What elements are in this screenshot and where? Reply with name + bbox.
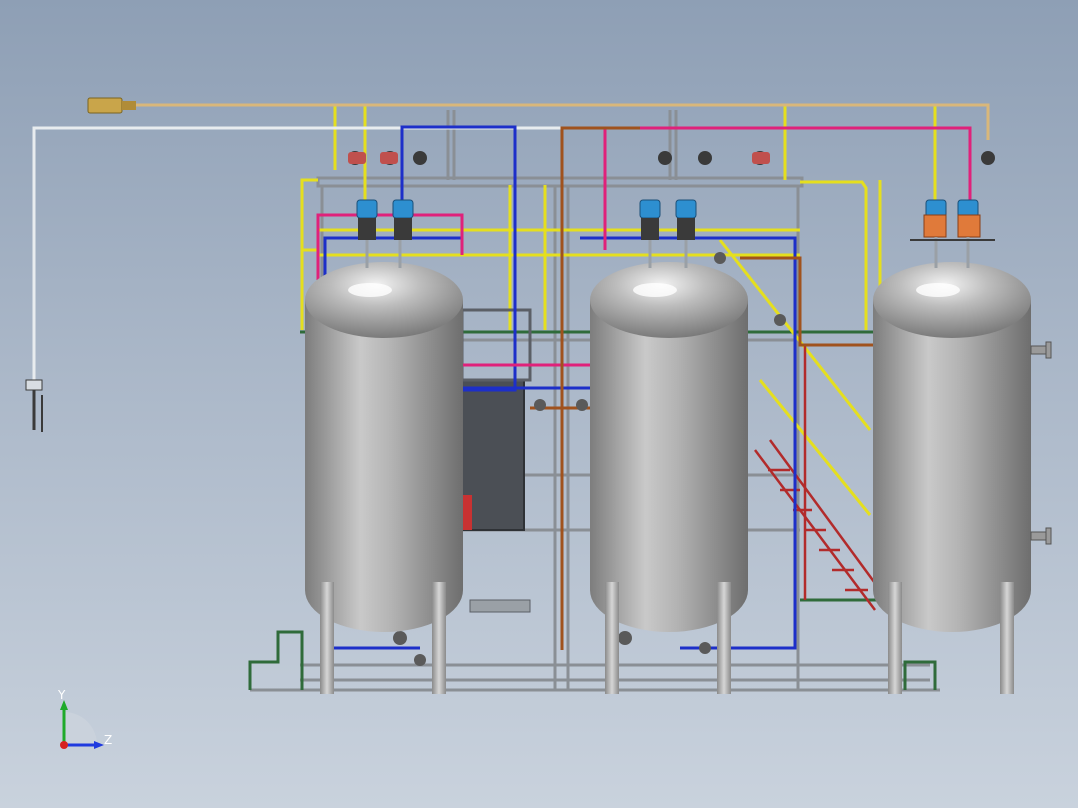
axis-z-label: Z [104,733,112,747]
tank-right [873,262,1052,694]
tank-left [305,262,463,694]
coordinate-triad: Y Z [57,688,112,749]
cad-viewport[interactable]: Y Z [0,0,1078,808]
filter-unit [460,308,532,613]
access-stair [754,345,882,611]
tank-middle [590,262,748,694]
axis-y-label: Y [57,688,66,702]
top-gas-line [87,97,990,140]
end-cap-fitting [87,97,123,114]
